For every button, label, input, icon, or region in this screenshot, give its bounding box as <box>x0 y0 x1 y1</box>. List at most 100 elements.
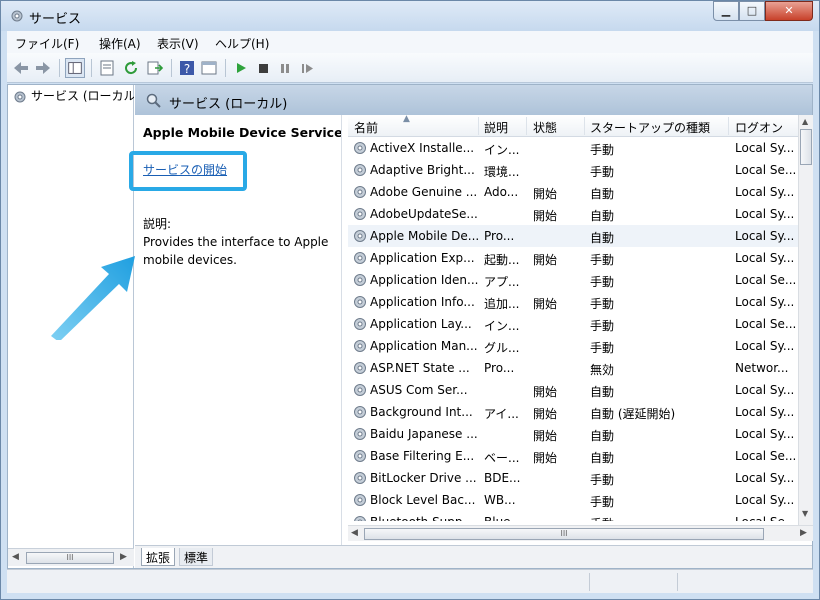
cell-startup: 手動 <box>590 275 615 289</box>
forward-icon[interactable] <box>33 58 53 78</box>
column-separator[interactable] <box>526 117 527 135</box>
help-icon[interactable]: ? <box>177 58 197 78</box>
table-row[interactable]: Apple Mobile De... Pro... 自動 Local Sy... <box>348 225 804 247</box>
description-pane: Apple Mobile Device Service サービスの開始 説明: … <box>129 115 343 545</box>
column-header-logon[interactable]: ログオン <box>735 119 783 136</box>
scroll-down-icon[interactable]: ▼ <box>802 509 808 518</box>
column-header-name[interactable]: 名前 <box>354 119 378 136</box>
toolbar-separator <box>59 59 60 77</box>
column-header-startup-type[interactable]: スタートアップの種類 <box>590 119 710 136</box>
service-gear-icon <box>354 384 366 396</box>
service-gear-icon <box>354 406 366 418</box>
cell-name: Baidu Japanese ... <box>370 427 478 441</box>
scroll-right-icon[interactable]: ▶ <box>800 528 807 538</box>
table-row[interactable]: Bluetooth Supp... Blue... 手動 Local Se... <box>348 511 804 521</box>
refresh-icon[interactable] <box>121 58 141 78</box>
scroll-thumb[interactable]: III <box>26 552 114 564</box>
cell-logon: Local Sy... <box>735 493 795 507</box>
tab-extended[interactable]: 拡張 <box>141 548 176 566</box>
scroll-thumb[interactable] <box>800 129 812 165</box>
stop-service-icon[interactable] <box>253 58 273 78</box>
services-window: サービス ▁ □ ✕ ファイル(F) 操作(A) 表示(V) ヘルプ(H) ? … <box>0 0 820 600</box>
column-separator[interactable] <box>478 117 479 135</box>
service-gear-icon <box>354 142 366 154</box>
table-row[interactable]: Application Info... 追加... 開始 手動 Local Sy... <box>348 291 804 313</box>
restart-service-icon[interactable] <box>297 58 317 78</box>
cell-startup: 手動 <box>590 473 615 487</box>
tab-standard[interactable]: 標準 <box>179 548 214 566</box>
minimize-button[interactable]: ▁ <box>713 1 739 21</box>
scroll-left-icon[interactable]: ◀ <box>12 552 19 562</box>
table-row[interactable]: Adobe Genuine ... Ado... 開始 自動 Local Sy... <box>348 181 804 203</box>
column-separator[interactable] <box>728 117 729 135</box>
menu-view[interactable]: 表示(V) <box>157 35 199 52</box>
cell-desc: WB... <box>484 493 516 507</box>
column-separator[interactable] <box>584 117 585 135</box>
annotation-arrow-icon <box>51 256 135 340</box>
toolbar-separator <box>171 59 172 77</box>
table-row[interactable]: Application Iden... アプ... 手動 Local Se... <box>348 269 804 291</box>
menu-help[interactable]: ヘルプ(H) <box>215 35 269 52</box>
table-row[interactable]: Application Man... グル... 手動 Local Sy... <box>348 335 804 357</box>
table-row[interactable]: ASP.NET State ... Pro... 無効 Networ... <box>348 357 804 379</box>
service-gear-icon <box>354 186 366 198</box>
cell-name: Application Lay... <box>370 317 472 331</box>
table-row[interactable]: Base Filtering E... ベー... 開始 自動 Local Se... <box>348 445 804 467</box>
service-gear-icon <box>354 494 366 506</box>
menu-action[interactable]: 操作(A) <box>99 35 141 52</box>
close-button[interactable]: ✕ <box>765 1 813 21</box>
cell-desc: イン... <box>484 143 520 157</box>
table-row[interactable]: Adaptive Bright... 環境... 手動 Local Se... <box>348 159 804 181</box>
export-list-icon[interactable] <box>145 58 165 78</box>
tree-item-services-local[interactable]: サービス (ローカル) <box>12 87 134 105</box>
table-row[interactable]: Block Level Bac... WB... 手動 Local Sy... <box>348 489 804 511</box>
cell-desc: アプ... <box>484 275 520 289</box>
menu-file[interactable]: ファイル(F) <box>15 35 79 52</box>
cell-name: Bluetooth Supp... <box>370 515 478 521</box>
start-service-icon[interactable] <box>231 58 251 78</box>
scroll-up-icon[interactable]: ▲ <box>802 117 808 126</box>
show-tree-icon[interactable] <box>65 58 85 78</box>
table-row[interactable]: ActiveX Installe... イン... 手動 Local Sy... <box>348 137 804 159</box>
details-title: サービス (ローカル) <box>169 97 288 112</box>
tree-horizontal-scrollbar[interactable]: ◀ III ▶ <box>8 548 134 566</box>
table-row[interactable]: Baidu Japanese ... 開始 自動 Local Sy... <box>348 423 804 445</box>
scroll-thumb[interactable]: III <box>364 528 764 540</box>
list-vertical-scrollbar[interactable]: ▲ ▼ <box>798 115 813 525</box>
cell-name: Base Filtering E... <box>370 449 475 463</box>
status-section <box>677 573 813 591</box>
cell-name: Application Iden... <box>370 273 478 287</box>
cell-startup: 手動 <box>590 341 615 355</box>
column-header-description[interactable]: 説明 <box>484 119 508 136</box>
scroll-right-icon[interactable]: ▶ <box>120 552 127 562</box>
console-icon[interactable] <box>199 58 219 78</box>
description-label: 説明: <box>143 217 172 231</box>
table-row[interactable]: Background Int... アイ... 開始 自動 (遅延開始) Local S… <box>348 401 804 423</box>
service-gear-icon <box>354 318 366 330</box>
table-row[interactable]: Application Lay... イン... 手動 Local Se... <box>348 313 804 335</box>
properties-icon[interactable] <box>97 58 117 78</box>
services-gear-icon <box>14 91 26 102</box>
scroll-left-icon[interactable]: ◀ <box>351 528 358 538</box>
table-row[interactable]: ASUS Com Ser... 開始 自動 Local Sy... <box>348 379 804 401</box>
table-row[interactable]: AdobeUpdateSe... 開始 自動 Local Sy... <box>348 203 804 225</box>
title-bar[interactable]: サービス ▁ □ ✕ <box>1 1 819 31</box>
services-list: ▲ 名前 説明 状態 スタートアップの種類 ログオン ActiveX Insta… <box>348 115 804 521</box>
table-row[interactable]: BitLocker Drive ... BDE... 手動 Local Sy... <box>348 467 804 489</box>
list-horizontal-scrollbar[interactable]: ◀ III ▶ <box>348 525 813 541</box>
window-title: サービス <box>29 12 82 27</box>
cell-status: 開始 <box>533 209 558 223</box>
cell-desc: BDE... <box>484 471 521 485</box>
cell-name: ActiveX Installe... <box>370 141 475 155</box>
table-row[interactable]: Application Exp... 起動... 開始 手動 Local Sy... <box>348 247 804 269</box>
cell-name: Background Int... <box>370 405 473 419</box>
status-bar <box>7 569 813 593</box>
cell-logon: Local Sy... <box>735 141 795 155</box>
column-header-status[interactable]: 状態 <box>533 119 557 136</box>
toolbar-separator <box>225 59 226 77</box>
start-service-link[interactable]: サービスの開始 <box>143 161 227 178</box>
back-icon[interactable] <box>11 58 31 78</box>
cell-status: 開始 <box>533 407 558 421</box>
pause-service-icon[interactable] <box>275 58 295 78</box>
maximize-button[interactable]: □ <box>739 1 765 21</box>
